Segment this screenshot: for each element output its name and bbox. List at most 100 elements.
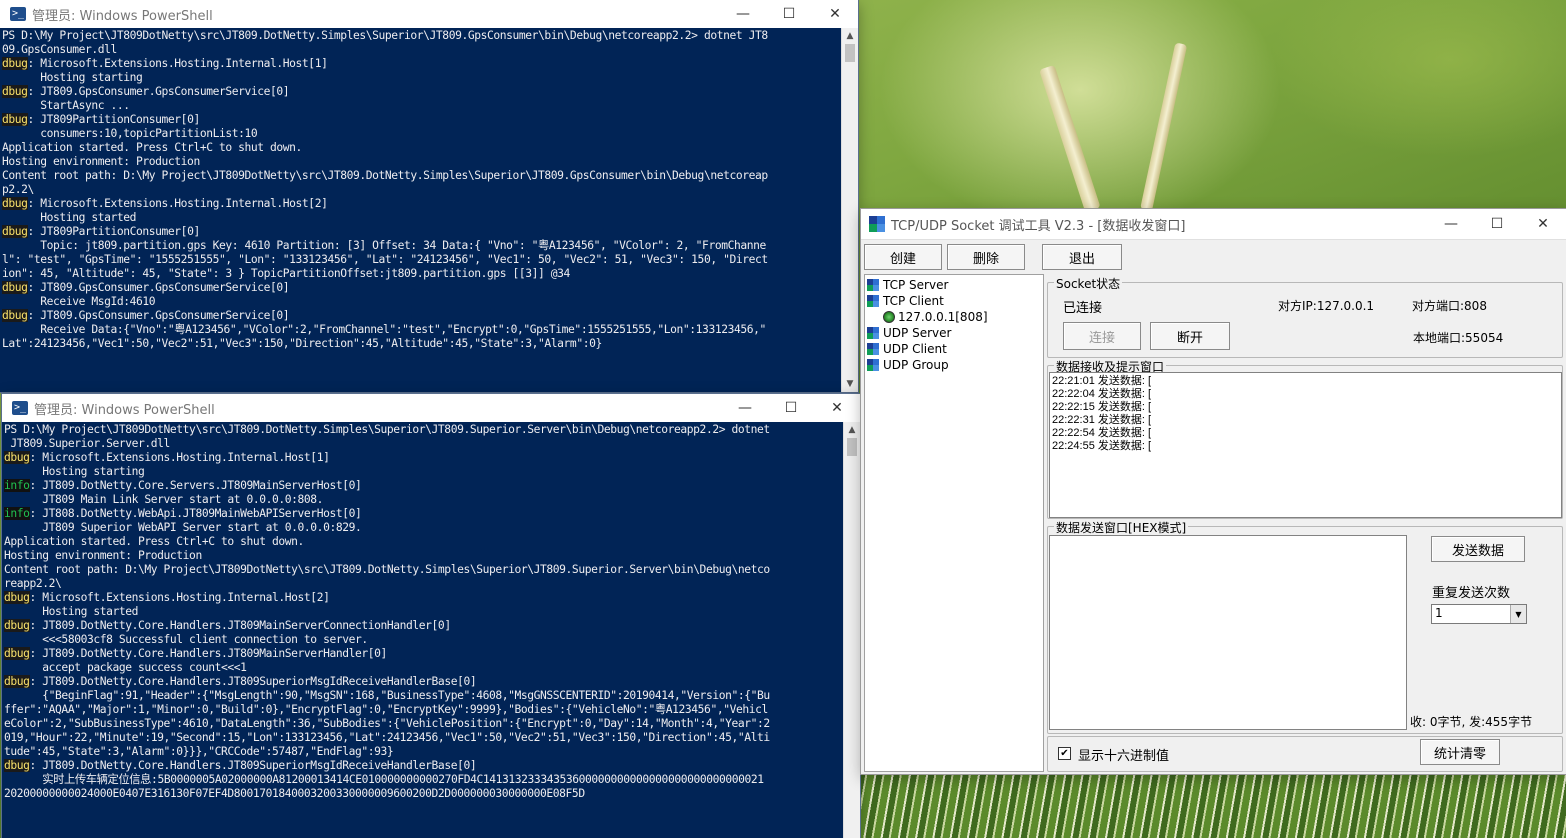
console-line: Hosting environment: Production bbox=[2, 155, 840, 169]
scroll-up-arrow-icon[interactable]: ▲ bbox=[842, 28, 858, 44]
console-line-text: : JT809.GpsConsumer.GpsConsumerService[0… bbox=[27, 85, 290, 98]
vertical-scrollbar[interactable]: ▲ bbox=[843, 422, 860, 838]
powershell-window-consumer[interactable]: >_ 管理员: Windows PowerShell — ☐ ✕ PS D:\M… bbox=[0, 0, 858, 392]
console-output[interactable]: PS D:\My Project\JT809DotNetty\src\JT809… bbox=[0, 28, 842, 392]
remote-ip: 对方IP:127.0.0.1 bbox=[1278, 299, 1375, 313]
console-line-text: : Microsoft.Extensions.Hosting.Internal.… bbox=[27, 57, 328, 70]
chevron-down-icon[interactable]: ▼ bbox=[1510, 605, 1526, 623]
minimize-button[interactable]: — bbox=[722, 394, 768, 422]
minimize-button[interactable]: — bbox=[720, 0, 766, 28]
log-level-tag: dbug bbox=[4, 647, 30, 660]
window-title: TCP/UDP Socket 调试工具 V2.3 - [数据收发窗口] bbox=[891, 218, 1186, 234]
tree-node-udp-group[interactable]: UDP Group bbox=[867, 357, 949, 373]
console-line-text: Content root path: D:\My Project\JT809Do… bbox=[4, 563, 770, 576]
send-data-button[interactable]: 发送数据 bbox=[1431, 536, 1525, 562]
scroll-up-arrow-icon[interactable]: ▲ bbox=[844, 422, 860, 438]
console-line-text: Hosting started bbox=[4, 605, 139, 618]
tree-node-connection[interactable]: 127.0.0.1[808] bbox=[883, 309, 988, 325]
console-line-text: : JT809.DotNetty.Core.Handlers.JT809Main… bbox=[29, 647, 388, 660]
console-line: consumers:10,topicPartitionList:10 bbox=[2, 127, 840, 141]
scroll-down-arrow-icon[interactable]: ▼ bbox=[842, 376, 858, 392]
send-textarea[interactable] bbox=[1049, 535, 1407, 730]
console-line: l": "test", "GpsTime": "1555251555", "Lo… bbox=[2, 253, 840, 267]
window-titlebar[interactable]: >_ 管理员: Windows PowerShell — ☐ ✕ bbox=[2, 394, 860, 422]
console-line-text: : JT809.DotNetty.Core.Servers.JT809MainS… bbox=[29, 479, 362, 492]
console-line: dbug: Microsoft.Extensions.Hosting.Inter… bbox=[4, 451, 842, 465]
scrollbar-thumb[interactable] bbox=[847, 438, 857, 456]
tree-node-tcp-client[interactable]: TCP Client bbox=[867, 293, 944, 309]
close-button[interactable]: ✕ bbox=[1520, 209, 1566, 239]
console-line: <<<58003cf8 Successful client connection… bbox=[4, 633, 842, 647]
byte-stats: 收: 0字节, 发:455字节 bbox=[1410, 715, 1533, 729]
console-line-text: tude":45,"State":3,"Alarm":0}}},"CRCCode… bbox=[4, 745, 394, 758]
log-level-tag: info bbox=[4, 507, 30, 520]
window-titlebar[interactable]: >_ 管理员: Windows PowerShell — ☐ ✕ bbox=[0, 0, 858, 28]
console-line-text: : JT809PartitionConsumer[0] bbox=[27, 225, 201, 238]
vertical-scrollbar[interactable]: ▲ ▼ bbox=[841, 28, 858, 392]
receive-textarea[interactable]: 22:21:01 发送数据: [22:22:04 发送数据: [22:22:15… bbox=[1049, 372, 1562, 518]
console-line: dbug: Microsoft.Extensions.Hosting.Inter… bbox=[4, 591, 842, 605]
scrollbar-thumb[interactable] bbox=[845, 44, 855, 62]
console-line: dbug: JT809PartitionConsumer[0] bbox=[2, 225, 840, 239]
console-line-text: Hosting environment: Production bbox=[4, 549, 202, 562]
log-level-tag: dbug bbox=[2, 309, 28, 322]
console-line-text: : JT809.DotNetty.Core.Handlers.JT809Supe… bbox=[29, 759, 477, 772]
repeat-count-select[interactable]: 1 ▼ bbox=[1431, 604, 1527, 624]
tree-node-label: UDP Client bbox=[883, 342, 947, 356]
console-line: JT809 Superior WebAPI Server start at 0.… bbox=[4, 521, 842, 535]
console-line: Lat":24123456,"Vec1":50,"Vec2":51,"Vec3"… bbox=[2, 337, 840, 351]
connect-button[interactable]: 连接 bbox=[1063, 322, 1141, 350]
log-level-tag: dbug bbox=[4, 591, 30, 604]
group-label: Socket状态 bbox=[1054, 275, 1123, 292]
tree-node-label: TCP Server bbox=[883, 278, 949, 292]
console-line-text: consumers:10,topicPartitionList:10 bbox=[2, 127, 258, 140]
window-title: 管理员: Windows PowerShell bbox=[34, 402, 215, 418]
console-output[interactable]: PS D:\My Project\JT809DotNetty\src\JT809… bbox=[2, 422, 844, 838]
window-title: 管理员: Windows PowerShell bbox=[32, 8, 213, 24]
tree-node-tcp-server[interactable]: TCP Server bbox=[867, 277, 948, 293]
tree-node-label: TCP Client bbox=[883, 294, 944, 308]
log-level-tag: dbug bbox=[2, 197, 28, 210]
clear-stats-button[interactable]: 统计清零 bbox=[1420, 739, 1500, 765]
close-button[interactable]: ✕ bbox=[812, 0, 858, 28]
maximize-button[interactable]: ☐ bbox=[768, 394, 814, 422]
powershell-window-server[interactable]: >_ 管理员: Windows PowerShell — ☐ ✕ PS D:\M… bbox=[2, 394, 860, 838]
console-line: Hosting starting bbox=[2, 71, 840, 85]
console-line-text: 20200000000024000E0407E316130F07EF4D8001… bbox=[4, 787, 585, 800]
log-level-tag: dbug bbox=[2, 85, 28, 98]
exit-button[interactable]: 退出 bbox=[1042, 244, 1122, 270]
delete-button[interactable]: 删除 bbox=[947, 244, 1025, 270]
tree-node-label: 127.0.0.1[808] bbox=[898, 310, 988, 324]
server-icon bbox=[867, 327, 879, 339]
console-line: Receive MsgId:4610 bbox=[2, 295, 840, 309]
create-button[interactable]: 创建 bbox=[864, 244, 942, 270]
console-line: 019,"Hour":22,"Minute":19,"Second":15,"L… bbox=[4, 731, 842, 745]
console-line: p2.2\ bbox=[2, 183, 840, 197]
remote-port: 对方端口:808 bbox=[1412, 299, 1487, 313]
console-line: dbug: JT809.DotNetty.Core.Handlers.JT809… bbox=[4, 675, 842, 689]
console-line: eColor":2,"SubBusinessType":4610,"DataLe… bbox=[4, 717, 842, 731]
hex-display-checkbox[interactable]: ✔ bbox=[1058, 747, 1071, 760]
window-titlebar[interactable]: TCP/UDP Socket 调试工具 V2.3 - [数据收发窗口] — ☐ … bbox=[861, 209, 1566, 240]
disconnect-button[interactable]: 断开 bbox=[1150, 322, 1230, 350]
close-button[interactable]: ✕ bbox=[814, 394, 860, 422]
console-line-text: 019,"Hour":22,"Minute":19,"Second":15,"L… bbox=[4, 731, 770, 744]
console-line-text: Application started. Press Ctrl+C to shu… bbox=[4, 535, 304, 548]
maximize-button[interactable]: ☐ bbox=[1474, 209, 1520, 239]
connection-tree[interactable]: TCP Server TCP Client 127.0.0.1[808] UDP… bbox=[864, 274, 1044, 772]
local-port: 本地端口:55054 bbox=[1413, 331, 1504, 345]
tree-node-udp-server[interactable]: UDP Server bbox=[867, 325, 951, 341]
minimize-button[interactable]: — bbox=[1428, 209, 1474, 239]
console-line: ffer":"AQAA","Major":1,"Minor":0,"Build"… bbox=[4, 703, 842, 717]
connection-state: 已连接 bbox=[1063, 301, 1103, 316]
console-line-text: StartAsync ... bbox=[2, 99, 130, 112]
powershell-icon: >_ bbox=[12, 401, 28, 415]
socket-tool-window[interactable]: TCP/UDP Socket 调试工具 V2.3 - [数据收发窗口] — ☐ … bbox=[861, 209, 1566, 774]
receive-log-line: 22:22:31 发送数据: [ bbox=[1052, 414, 1152, 426]
wallpaper-grass bbox=[860, 770, 1566, 838]
maximize-button[interactable]: ☐ bbox=[766, 0, 812, 28]
tree-node-udp-client[interactable]: UDP Client bbox=[867, 341, 947, 357]
console-line: dbug: JT809.GpsConsumer.GpsConsumerServi… bbox=[2, 281, 840, 295]
console-line-text: l": "test", "GpsTime": "1555251555", "Lo… bbox=[2, 253, 768, 266]
log-level-tag: dbug bbox=[2, 113, 28, 126]
